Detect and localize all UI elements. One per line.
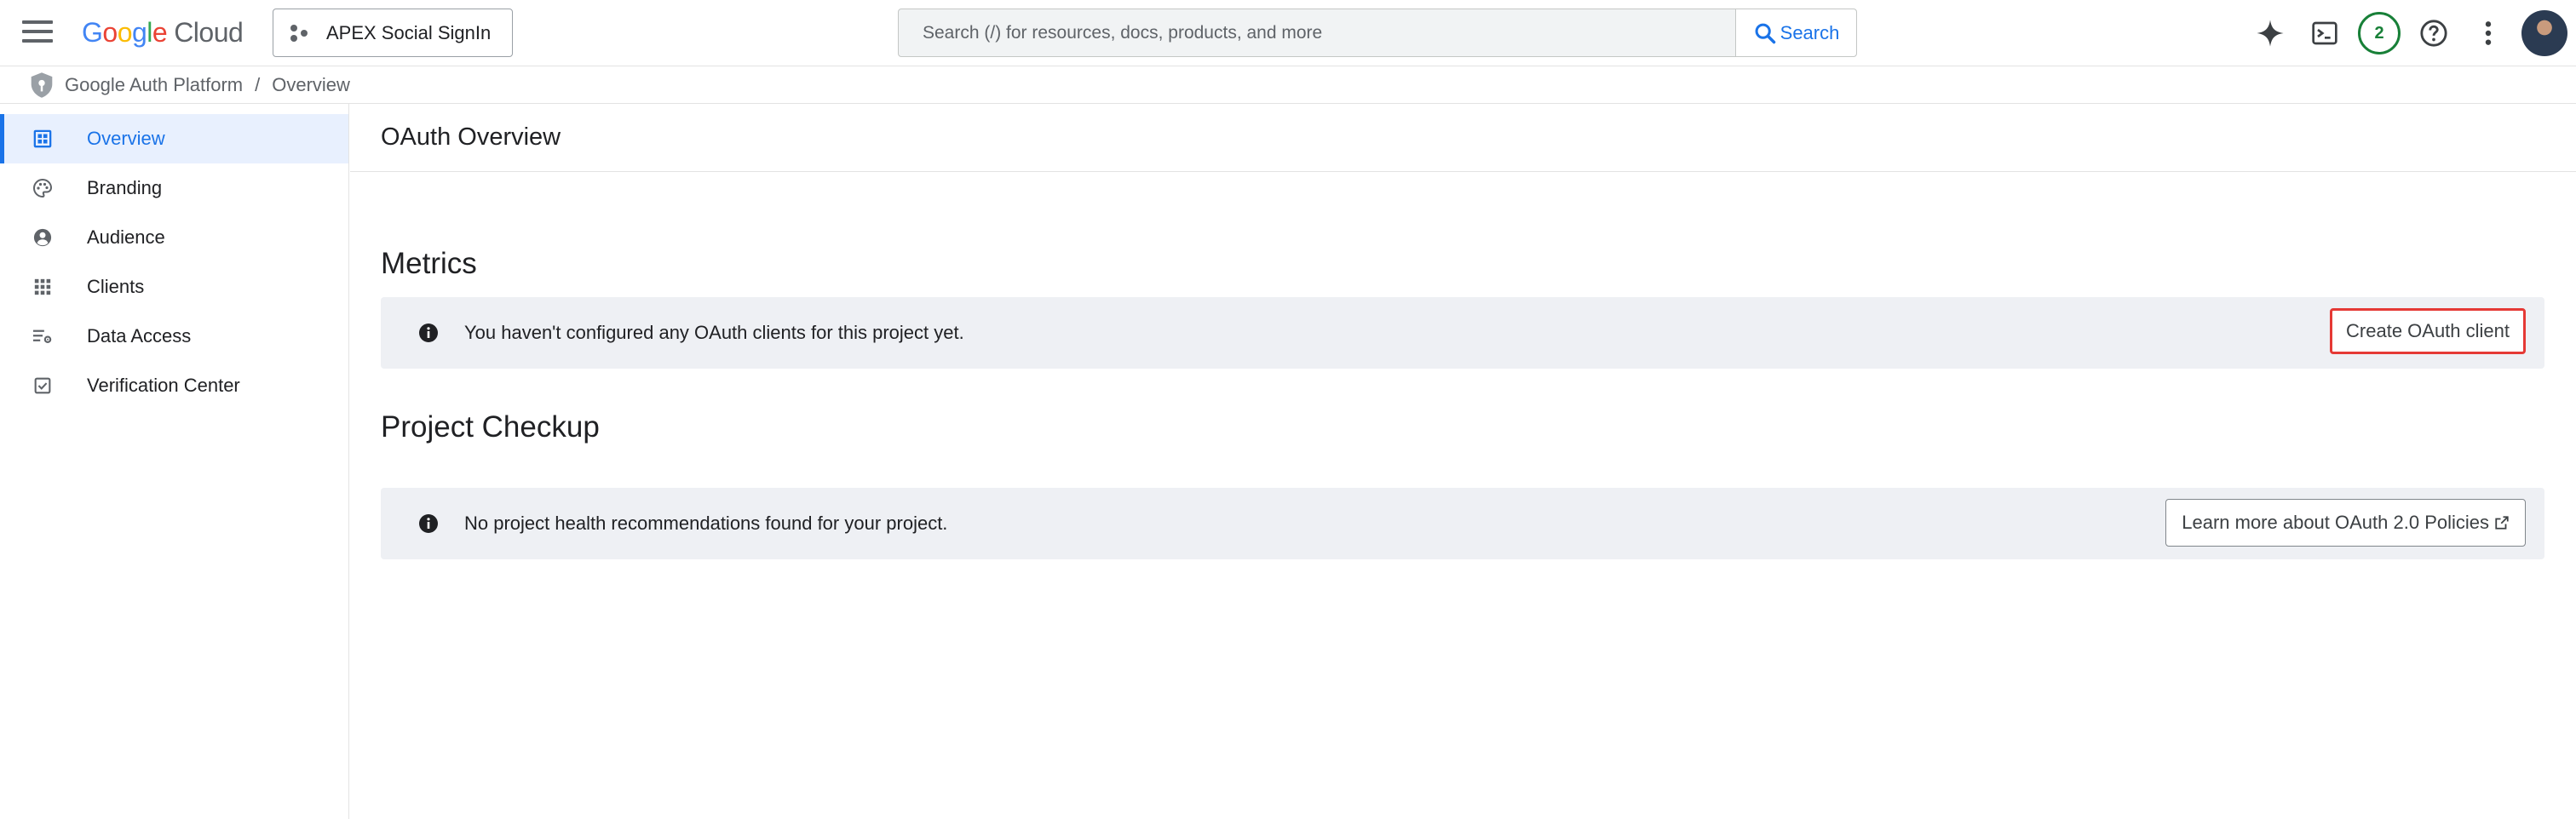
sidebar-item-data-access[interactable]: Data Access — [0, 312, 348, 361]
breadcrumb: Google Auth Platform / Overview — [0, 66, 2576, 104]
metrics-info-banner: You haven't configured any OAuth clients… — [381, 297, 2544, 369]
project-checkup-title: Project Checkup — [381, 410, 600, 444]
learn-more-oauth-policies-button[interactable]: Learn more about OAuth 2.0 Policies — [2165, 499, 2526, 547]
account-circle-icon — [32, 227, 53, 248]
palette-icon — [32, 178, 53, 198]
page-header: OAuth Overview — [350, 104, 2576, 172]
gemini-sparkle-icon[interactable] — [2249, 12, 2291, 54]
main-menu-icon[interactable] — [22, 20, 53, 46]
page-title: OAuth Overview — [381, 123, 561, 151]
breadcrumb-separator: / — [255, 73, 261, 95]
notification-count: 2 — [2358, 12, 2401, 54]
sidebar-item-label: Branding — [87, 177, 163, 198]
project-dots-icon — [290, 23, 309, 43]
sidebar-item-label: Data Access — [87, 325, 192, 346]
project-name: APEX Social SignIn — [326, 21, 492, 43]
search-bar: Search — [898, 9, 1857, 57]
sidebar-item-audience[interactable]: Audience — [0, 213, 348, 262]
info-icon — [419, 514, 438, 533]
more-options-icon[interactable] — [2467, 12, 2510, 54]
apps-grid-icon — [32, 277, 53, 297]
search-button[interactable]: Search — [1735, 9, 1856, 56]
main-content: OAuth Overview Metrics You haven't confi… — [350, 104, 2576, 819]
cloud-shell-terminal-icon[interactable] — [2303, 12, 2346, 54]
sidebar-item-clients[interactable]: Clients — [0, 262, 348, 312]
shield-icon — [31, 72, 53, 98]
list-settings-icon — [32, 326, 53, 346]
breadcrumb-platform-link[interactable]: Google Auth Platform — [65, 74, 243, 96]
breadcrumb-current: Overview — [272, 73, 350, 95]
metrics-message: You haven't configured any OAuth clients… — [464, 322, 964, 343]
sidebar-item-label: Audience — [87, 226, 165, 248]
notifications-badge[interactable]: 2 — [2358, 12, 2401, 54]
sidebar-item-label: Overview — [87, 128, 165, 149]
sidebar-item-branding[interactable]: Branding — [0, 163, 348, 213]
help-icon[interactable] — [2412, 12, 2455, 54]
search-input[interactable] — [899, 9, 1735, 56]
search-icon — [1755, 23, 1775, 43]
checkup-info-banner: No project health recommendations found … — [381, 488, 2544, 559]
checkup-message: No project health recommendations found … — [464, 513, 948, 534]
sidebar-item-overview[interactable]: Overview — [0, 114, 348, 163]
search-button-label: Search — [1780, 21, 1840, 43]
checkbox-icon — [32, 375, 53, 396]
dashboard-icon — [32, 129, 53, 149]
sidebar-item-verification-center[interactable]: Verification Center — [0, 361, 348, 410]
user-avatar[interactable] — [2521, 10, 2567, 56]
create-oauth-client-button[interactable]: Create OAuth client — [2330, 308, 2526, 354]
sidebar-item-label: Clients — [87, 276, 145, 297]
project-picker-button[interactable]: APEX Social SignIn — [273, 9, 513, 57]
learn-more-label: Learn more about OAuth 2.0 Policies — [2182, 512, 2489, 533]
metrics-title: Metrics — [381, 247, 477, 280]
open-in-new-icon — [2495, 516, 2509, 530]
google-cloud-logo[interactable]: Google Cloud — [82, 15, 244, 49]
top-bar: GoogleCloud APEX Social SignIn Search 2 — [0, 0, 2576, 66]
info-icon — [419, 324, 438, 342]
sidebar-item-label: Verification Center — [87, 375, 240, 396]
sidebar: Overview Branding Audience Clients Data … — [0, 104, 349, 819]
